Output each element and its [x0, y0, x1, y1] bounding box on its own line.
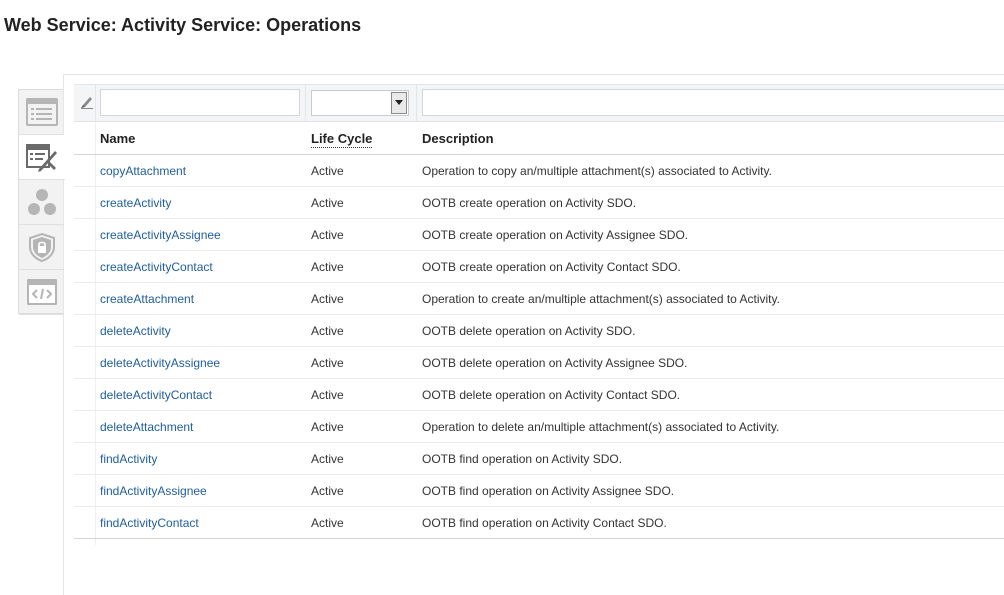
operation-name-link[interactable]: createActivityAssignee: [100, 228, 221, 242]
dropdown-arrow-button[interactable]: [391, 92, 407, 114]
tab-code[interactable]: [19, 270, 64, 315]
operation-description: OOTB delete operation on Activity Assign…: [422, 356, 688, 370]
lifecycle-value: Active: [311, 388, 344, 402]
vertical-tab-strip: [18, 89, 65, 315]
lifecycle-value: Active: [311, 324, 344, 338]
table-row[interactable]: findActivity Active OOTB find operation on…: [74, 443, 1004, 475]
table-row[interactable]: createActivity Active OOTB create operatio…: [74, 187, 1004, 219]
operation-description: OOTB create operation on Activity SDO.: [422, 196, 637, 210]
column-header-lifecycle[interactable]: Life Cycle: [311, 131, 373, 148]
operation-description: OOTB find operation on Activity Assignee…: [422, 484, 675, 498]
filter-divider: [95, 85, 96, 122]
lifecycle-value: Active: [311, 516, 344, 530]
tab-operations[interactable]: [19, 135, 65, 180]
table-row[interactable]: deleteActivityContact Active OOTB delete o…: [74, 379, 1004, 411]
operation-description: OOTB find operation on Activity Contact …: [422, 516, 667, 530]
lifecycle-value: Active: [311, 356, 344, 370]
operation-name-link[interactable]: deleteActivityAssignee: [100, 356, 220, 370]
chevron-down-icon: [395, 100, 403, 105]
operation-name-link[interactable]: findActivity: [100, 452, 157, 466]
operation-description: OOTB create operation on Activity Contac…: [422, 260, 681, 274]
table-row[interactable]: deleteActivityAssignee Active OOTB delete …: [74, 347, 1004, 379]
lifecycle-value: Active: [311, 420, 344, 434]
operation-description: Operation to copy an/multiple attachment…: [422, 164, 772, 178]
table-row[interactable]: createActivityAssignee Active OOTB create …: [74, 219, 1004, 251]
filter-row: [74, 84, 1004, 122]
lifecycle-value: Active: [311, 196, 344, 210]
operation-description: OOTB create operation on Activity Assign…: [422, 228, 689, 242]
operation-name-link[interactable]: createActivityContact: [100, 260, 213, 274]
objects-circles-icon: [27, 189, 56, 215]
operation-description: OOTB find operation on Activity SDO.: [422, 452, 623, 466]
filter-divider: [305, 85, 306, 122]
column-header-name[interactable]: Name: [100, 131, 135, 146]
name-filter-input[interactable]: [100, 89, 300, 116]
table-row[interactable]: createAttachment Active Operation to creat…: [74, 283, 1004, 315]
lifecycle-value: Active: [311, 452, 344, 466]
lifecycle-value: Active: [311, 484, 344, 498]
table-row[interactable]: copyAttachment Active Operation to copy an…: [74, 155, 1004, 187]
operation-name-link[interactable]: deleteActivity: [100, 324, 171, 338]
table-row[interactable]: findActivityAssignee Active OOTB find oper…: [74, 475, 1004, 507]
table-row[interactable]: deleteActivity Active OOTB delete operatio…: [74, 315, 1004, 347]
operations-edit-icon: [26, 144, 57, 172]
operation-description: OOTB delete operation on Activity SDO.: [422, 324, 636, 338]
operation-name-link[interactable]: findActivityContact: [100, 516, 199, 530]
security-shield-icon: [28, 232, 55, 262]
table-row[interactable]: findActivityContact Active OOTB find opera…: [74, 507, 1004, 539]
operation-name-link[interactable]: createAttachment: [100, 292, 194, 306]
tab-objects[interactable]: [19, 180, 64, 225]
clear-filter-icon[interactable]: [80, 95, 94, 114]
operation-name-link[interactable]: deleteAttachment: [100, 420, 193, 434]
panel-border-top: [63, 74, 1004, 75]
operation-name-link[interactable]: createActivity: [100, 196, 171, 210]
table-row[interactable]: deleteAttachment Active Operation to delet…: [74, 411, 1004, 443]
details-list-icon: [25, 98, 58, 126]
lifecycle-value: Active: [311, 228, 344, 242]
operation-description: OOTB delete operation on Activity Contac…: [422, 388, 681, 402]
tab-security[interactable]: [19, 225, 64, 270]
operation-name-link[interactable]: findActivityAssignee: [100, 484, 207, 498]
operation-description: Operation to delete an/multiple attachme…: [422, 420, 780, 434]
table-body: copyAttachment Active Operation to copy an…: [74, 155, 1004, 539]
table-row[interactable]: createActivityContact Active OOTB create o…: [74, 251, 1004, 283]
table-header: Name Life Cycle Description: [74, 122, 1004, 155]
lifecycle-value: Active: [311, 292, 344, 306]
tab-details[interactable]: [19, 90, 64, 135]
description-filter-input[interactable]: [422, 89, 1004, 116]
operation-description: Operation to create an/multiple attachme…: [422, 292, 780, 306]
lifecycle-value: Active: [311, 164, 344, 178]
operation-name-link[interactable]: copyAttachment: [100, 164, 186, 178]
lifecycle-value: Active: [311, 260, 344, 274]
code-icon: [26, 279, 57, 305]
page-title: Web Service: Activity Service: Operation…: [4, 15, 362, 35]
filter-divider: [416, 85, 417, 122]
lifecycle-filter-select[interactable]: [311, 90, 409, 116]
operation-name-link[interactable]: deleteActivityContact: [100, 388, 212, 402]
column-header-description[interactable]: Description: [422, 131, 494, 146]
